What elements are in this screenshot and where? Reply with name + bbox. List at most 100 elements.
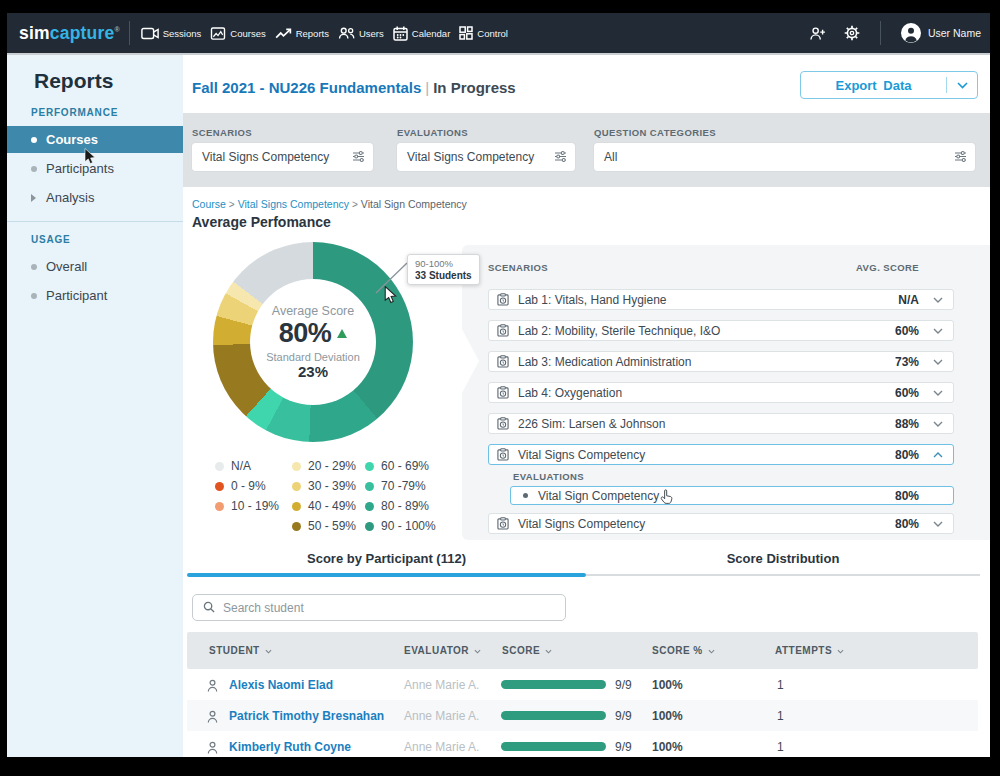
panel-notch [462, 329, 479, 393]
evaluation-row[interactable]: Vital Sign Competency80% [510, 486, 954, 505]
search-student-input[interactable]: Search student [192, 594, 566, 621]
student-name-link[interactable]: Alexis Naomi Elad [229, 678, 333, 692]
legend-label: 50 - 59% [308, 519, 356, 533]
column-header-label: SCORE % [652, 645, 703, 656]
sort-icon [545, 645, 552, 656]
legend-swatch [215, 502, 224, 511]
inactive-tab-underline [586, 574, 980, 576]
legend-item: 80 - 89% [365, 496, 436, 516]
sidebar-item-participant[interactable]: Participant [7, 282, 183, 309]
scenario-row[interactable]: Lab 2: Mobility, Sterile Technique, I&O6… [488, 320, 954, 341]
sidebar-item-participants[interactable]: Participants [7, 155, 183, 182]
standard-deviation-value: 23% [298, 363, 328, 380]
sidebar-item-analysis[interactable]: Analysis [7, 184, 183, 211]
chevron-down-icon[interactable] [933, 390, 943, 396]
course-title-link[interactable]: Fall 2021 - NU226 Fundamentals [192, 79, 421, 96]
legend-swatch [365, 522, 374, 531]
calendar-icon [393, 26, 408, 41]
avatar-icon [901, 23, 921, 43]
question-categories-filter-dropdown[interactable]: All [594, 143, 975, 171]
evaluator-name: Anne Marie A. [404, 678, 479, 692]
sort-icon [265, 645, 272, 656]
scenario-label: Vital Signs Competency [518, 448, 895, 462]
table-rows: Alexis Naomi EladAnne Marie A.9/9100%1Pa… [187, 669, 978, 757]
scenario-avg-score: N/A [898, 293, 919, 307]
tab-score-distribution[interactable]: Score Distribution [586, 551, 980, 566]
chevron-down-icon[interactable] [933, 359, 943, 365]
user-menu[interactable]: User Name [901, 23, 981, 43]
bullet-icon [31, 166, 46, 172]
breadcrumb-item[interactable]: Vital Signs Competency [238, 198, 349, 210]
legend-swatch [292, 522, 301, 531]
scenario-row[interactable]: Lab 4: Oxygenation60% [488, 382, 954, 403]
score-percent: 100% [652, 678, 683, 692]
sidebar-item-courses[interactable]: Courses [7, 126, 183, 153]
chevron-down-icon[interactable] [933, 297, 943, 303]
sidebar-item-overall[interactable]: Overall [7, 253, 183, 280]
filter-bar: SCENARIOS Vital Signs Competency EVALUAT… [183, 113, 990, 187]
scenarios-panel: SCENARIOS AVG. SCORE Lab 1: Vitals, Hand… [462, 245, 990, 540]
legend-item: 40 - 49% [292, 496, 356, 516]
attempts-value: 1 [777, 678, 784, 692]
nav-item-reports[interactable]: Reports [275, 28, 329, 39]
scenario-rows: Lab 1: Vitals, Hand HygieneN/A Lab 2: Mob… [488, 289, 954, 544]
topnav-items: Sessions Courses Reports Users Calendar Contr… [141, 26, 508, 41]
table-header: STUDENT EVALUATOR SCORE SCORE % ATTEMPTS [187, 632, 978, 669]
breadcrumb-item: Vital Sign Competency [361, 198, 467, 210]
chevron-down-icon[interactable] [933, 421, 943, 427]
legend-column: 20 - 29%30 - 39%40 - 49%50 - 59% [292, 456, 356, 536]
person-add-icon[interactable] [809, 27, 826, 40]
student-name-link[interactable]: Patrick Timothy Bresnahan [229, 709, 384, 723]
breadcrumb: Course>Vital Signs Competency>Vital Sign… [192, 198, 467, 210]
nav-item-label: Sessions [163, 28, 202, 39]
trend-up-icon [337, 329, 347, 338]
simcapture-logo[interactable]: simcapture® [19, 23, 120, 44]
legend-label: 60 - 69% [381, 459, 429, 473]
nav-item-sessions[interactable]: Sessions [141, 27, 202, 40]
clipboard-icon [497, 417, 509, 430]
sidebar-item-label: Overall [46, 259, 87, 274]
export-data-button[interactable]: Export Data [800, 71, 978, 99]
column-header-student[interactable]: STUDENT [209, 632, 272, 669]
nav-item-courses[interactable]: Courses [210, 27, 265, 40]
average-performance-donut[interactable]: Average Score 80% Standard Deviation 23% [213, 242, 413, 442]
evaluator-name: Anne Marie A. [404, 740, 479, 754]
topnav-right: User Name [809, 21, 981, 45]
gear-icon[interactable] [844, 25, 860, 41]
scenario-row[interactable]: Vital Signs Competency80% [488, 444, 954, 465]
nav-item-control[interactable]: Control [459, 26, 508, 40]
breadcrumb-item[interactable]: Course [192, 198, 226, 210]
nav-divider [880, 21, 881, 45]
column-header-score[interactable]: SCORE [502, 632, 552, 669]
clipboard-icon [497, 517, 509, 530]
sort-icon [474, 645, 481, 656]
legend-label: 40 - 49% [308, 499, 356, 513]
nav-divider [129, 21, 130, 45]
nav-item-calendar[interactable]: Calendar [393, 26, 451, 41]
legend-column: 60 - 69%70 -79%80 - 89%90 - 100% [365, 456, 436, 536]
bullet-icon [31, 293, 46, 299]
column-header-evaluator[interactable]: EVALUATOR [404, 632, 481, 669]
chevron-down-icon[interactable] [933, 521, 943, 527]
score-bar [501, 711, 606, 720]
scenario-row[interactable]: Lab 1: Vitals, Hand HygieneN/A [488, 289, 954, 310]
legend-label: 0 - 9% [231, 479, 266, 493]
sidebar-item-label: Participants [46, 161, 114, 176]
column-header-label: EVALUATOR [404, 645, 469, 656]
tab-score-by-participant[interactable]: Score by Participant (112) [187, 551, 586, 566]
scenario-row[interactable]: 226 Sim: Larsen & Johnson88% [488, 413, 954, 434]
column-header-attempts[interactable]: ATTEMPTS [775, 632, 844, 669]
evaluations-filter-dropdown[interactable]: Vital Signs Competency [397, 143, 575, 171]
nav-item-users[interactable]: Users [338, 27, 384, 39]
chevron-down-icon[interactable] [947, 82, 977, 89]
chevron-up-icon[interactable] [933, 452, 943, 458]
student-name-link[interactable]: Kimberly Ruth Coyne [229, 740, 351, 754]
scenario-row[interactable]: Vital Signs Competency80% [488, 513, 954, 534]
image-icon [210, 27, 226, 40]
scenario-row[interactable]: Lab 3: Medication Administration73% [488, 351, 954, 372]
scenario-avg-score: 73% [895, 355, 919, 369]
chevron-down-icon[interactable] [933, 328, 943, 334]
column-header-score-[interactable]: SCORE % [652, 632, 715, 669]
scenarios-filter-dropdown[interactable]: Vital Signs Competency [192, 143, 373, 171]
users-icon [338, 27, 355, 39]
